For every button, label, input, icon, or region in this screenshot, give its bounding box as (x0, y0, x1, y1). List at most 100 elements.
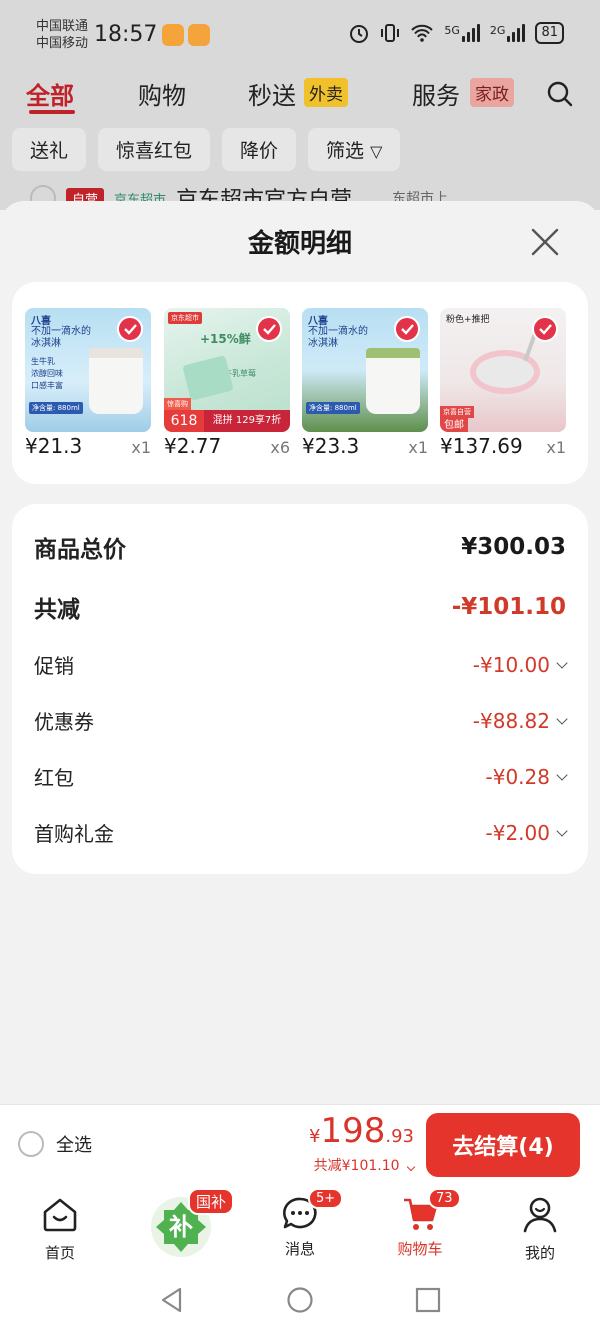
product-tag-free-shipping: 包邮 (440, 415, 468, 432)
product-net: 净含量: 880ml (29, 402, 83, 414)
close-icon[interactable] (530, 227, 560, 257)
system-navigation-bar (0, 1270, 600, 1332)
product-item[interactable]: 粉色+推把 京喜自营 包邮 ¥137.69 x1 (440, 308, 566, 458)
discount-row-first-purchase[interactable]: 首购礼金 -¥2.00 (34, 818, 568, 847)
nav-cart[interactable]: 73 购物车 (375, 1188, 465, 1259)
total-label: 商品总价 (34, 537, 126, 563)
amount-detail-sheet: 金额明细 八喜 不加一滴水的冰淇淋 生牛乳 浓醇回味 口感丰富 净含量: 880… (0, 201, 600, 1104)
chevron-down-icon (556, 712, 568, 725)
chevron-down-icon (556, 768, 568, 781)
tab-all[interactable]: 全部 (26, 76, 74, 111)
status-icons: 5G 2G 81 (348, 22, 564, 44)
saved-amount[interactable]: 共减¥101.10 (313, 1155, 416, 1175)
filter-chips: 送礼 惊喜红包 降价 筛选 ▽ (12, 128, 401, 171)
product-top-text: +15%鲜 (200, 332, 251, 346)
discount-item-amount: -¥10.00 (472, 652, 550, 677)
signal-2g-icon: 2G (490, 24, 526, 42)
filter-surprise-redpacket[interactable]: 惊喜红包 (98, 128, 211, 171)
product-thumbnail: 京东超市 +15%鲜 好牛乳草莓 惊喜购 618 混拼 129享7折 (164, 308, 290, 432)
total-price: ¥198.93 (309, 1111, 414, 1151)
app-notification-icon (162, 24, 184, 46)
filter-screen-label: 筛选 (326, 140, 365, 162)
subsidy-badge: 国补 (188, 1188, 235, 1215)
search-icon[interactable] (546, 80, 574, 108)
product-price-row: ¥137.69 x1 (440, 434, 566, 458)
sheet-title: 金额明细 (247, 229, 352, 259)
product-brand: 八喜 (308, 316, 328, 327)
chevron-down-icon (556, 824, 568, 837)
product-price-row: ¥21.3 x1 (25, 434, 151, 458)
clock: 18:57 (94, 22, 158, 47)
filter-gift[interactable]: 送礼 (12, 128, 87, 171)
product-qty: x6 (270, 438, 290, 457)
network-5g-label: 5G (444, 24, 460, 37)
filter-screen[interactable]: 筛选 ▽ (308, 128, 401, 171)
tab-underline (29, 110, 75, 114)
chevron-down-icon (406, 1162, 416, 1172)
recents-icon[interactable] (414, 1286, 442, 1314)
battery-level: 81 (541, 25, 558, 40)
saved-amount-text: 共减¥101.10 (313, 1158, 400, 1174)
discount-row-redpacket[interactable]: 红包 -¥0.28 (34, 762, 568, 791)
product-tub (89, 348, 143, 414)
product-item[interactable]: 八喜 不加一滴水的冰淇淋 生牛乳 浓醇回味 口感丰富 净含量: 880ml ¥2… (25, 308, 151, 458)
price-main: 198 (320, 1111, 386, 1151)
product-thumbnail: 八喜 不加一滴水的冰淇淋 净含量: 880ml (302, 308, 428, 432)
wifi-icon (411, 24, 434, 42)
discount-item-value: -¥10.00 (472, 652, 568, 677)
vibrate-icon (381, 24, 400, 42)
alarm-icon (350, 25, 369, 43)
select-all-radio[interactable] (18, 1131, 44, 1157)
status-bar: 中国联通 中国移动 18:57 5G 2G 81 (0, 0, 600, 70)
discount-item-label: 首购礼金 (34, 822, 114, 846)
discount-item-label: 促销 (34, 654, 74, 678)
discount-row-coupon[interactable]: 优惠券 -¥88.82 (34, 706, 568, 735)
discount-item-value: -¥88.82 (472, 708, 568, 733)
checkout-bar: 全选 ¥198.93 共减¥101.10 去结算(4) (0, 1104, 600, 1186)
tab-shopping[interactable]: 购物 (138, 76, 186, 111)
cart-page-header: 全部 购物 秒送 外卖 服务 家政 送礼 惊喜红包 降价 筛选 ▽ 自营 京东超… (0, 70, 600, 213)
product-item[interactable]: 八喜 不加一滴水的冰淇淋 净含量: 880ml ¥23.3 x1 (302, 308, 428, 458)
filter-icon: ▽ (370, 142, 383, 161)
product-tag: 京东超市 (168, 312, 202, 324)
product-item[interactable]: 京东超市 +15%鲜 好牛乳草莓 惊喜购 618 混拼 129享7折 ¥2.77… (164, 308, 290, 458)
product-thumbnail: 粉色+推把 京喜自营 包邮 (440, 308, 566, 432)
tab-express[interactable]: 秒送 (248, 76, 296, 111)
discount-item-amount: -¥0.28 (485, 764, 550, 789)
promo-618: 618 (164, 410, 204, 432)
discount-item-value: -¥0.28 (485, 764, 568, 789)
feature-1: 生牛乳 (31, 357, 55, 366)
product-price-row: ¥2.77 x6 (164, 434, 290, 458)
checkout-button[interactable]: 去结算(4) (426, 1113, 580, 1177)
product-price: ¥23.3 (302, 434, 360, 458)
product-thumbnail: 八喜 不加一滴水的冰淇淋 生牛乳 浓醇回味 口感丰富 净含量: 880ml (25, 308, 151, 432)
message-icon: 5+ (280, 1188, 344, 1234)
checked-icon (256, 316, 282, 342)
nav-home[interactable]: 首页 (15, 1194, 105, 1263)
product-bar (182, 355, 234, 401)
price-summary-card: 商品总价 ¥300.03 共减 -¥101.10 促销 -¥10.00 优惠券 … (12, 504, 588, 874)
discount-row-promotion[interactable]: 促销 -¥10.00 (34, 650, 568, 679)
feature-3: 口感丰富 (31, 381, 63, 390)
back-icon[interactable] (158, 1286, 186, 1314)
nav-messages[interactable]: 5+ 消息 (255, 1188, 345, 1259)
category-tabs: 全部 购物 秒送 外卖 服务 家政 (0, 70, 600, 120)
discount-item-label: 红包 (34, 766, 74, 790)
discount-label: 共减 (34, 597, 80, 623)
filter-price-drop[interactable]: 降价 (222, 128, 297, 171)
discount-value: -¥101.10 (451, 594, 566, 620)
checked-icon (117, 316, 143, 342)
cart-badge: 73 (428, 1188, 461, 1209)
products-card: 八喜 不加一滴水的冰淇淋 生牛乳 浓醇回味 口感丰富 净含量: 880ml ¥2… (12, 282, 588, 484)
discount-item-amount: -¥88.82 (472, 708, 550, 733)
product-caption: 不加一滴水的冰淇淋 (31, 326, 91, 349)
currency-symbol: ¥ (309, 1126, 321, 1147)
housekeeping-tag: 家政 (470, 78, 514, 107)
product-net: 净含量: 880ml (306, 402, 360, 414)
product-qty: x1 (408, 438, 428, 457)
select-all[interactable]: 全选 (18, 1131, 92, 1157)
nav-profile[interactable]: 我的 (495, 1194, 585, 1263)
product-price: ¥137.69 (440, 434, 523, 458)
tab-service[interactable]: 服务 (412, 76, 460, 111)
home-circle-icon[interactable] (286, 1286, 314, 1314)
